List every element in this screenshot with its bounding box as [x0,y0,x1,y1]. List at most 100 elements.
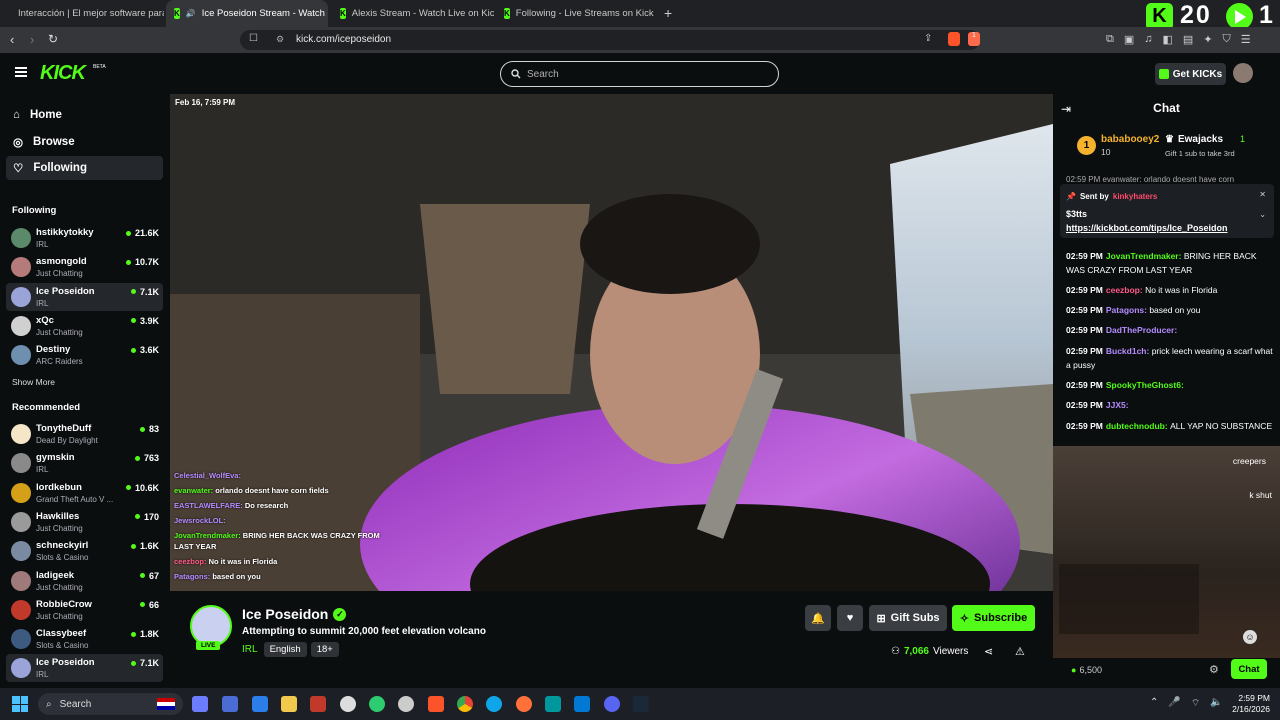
browser-tab-active[interactable]: K 🔊 Ice Poseidon Stream - Watch ✕ [166,0,328,27]
sidebar-channel-classybeef[interactable]: Classybeef Slots & Casino 1.8K [6,625,163,653]
reload-icon[interactable]: ↻ [48,32,58,46]
tag-chip[interactable]: English [263,642,307,657]
brave-icon[interactable] [428,696,444,712]
chat-username[interactable]: Patagons: [1106,305,1149,315]
sidebar-channel-ladigeek[interactable]: ladigeek Just Chatting 67 [6,567,163,595]
sidebar-channel-destiny[interactable]: Destiny ARC Raiders 3.6K [6,341,163,369]
unpin-icon[interactable]: ✕ [1259,190,1266,199]
get-kicks-button[interactable]: Get KICKs [1155,63,1226,85]
chevron-down-icon[interactable]: ⌄ [1259,210,1266,219]
subscribe-button[interactable]: ✧ Subscribe [952,605,1035,631]
app-icon[interactable] [340,696,356,712]
share-icon[interactable]: ⋖ [984,645,993,658]
audio-icon[interactable]: 🔊 [186,9,196,18]
forward-icon[interactable]: › [30,32,34,47]
sidebar-channel-asmongold[interactable]: asmongold Just Chatting 10.7K [6,253,163,281]
emoji-icon[interactable]: ☺ [1243,630,1257,644]
app-icon[interactable] [192,696,208,712]
app-icon[interactable] [398,696,414,712]
chrome-icon[interactable] [457,696,473,712]
windows-start-icon[interactable] [12,696,28,712]
wallet-icon[interactable]: ▤ [1183,33,1193,46]
sidebar-channel-xqc[interactable]: xQc Just Chatting 3.9K [6,312,163,340]
follow-heart-button[interactable]: ♥ [837,605,863,631]
leader-2-name[interactable]: Ewajacks [1178,134,1223,145]
sidebar-channel-ice-poseidon[interactable]: Ice Poseidon IRL 7.1K [6,654,163,683]
sidebar-channel-schneckyirl[interactable]: schneckyirl Slots & Casino 1.6K [6,537,163,565]
sidebar-channel-hstikkytokky[interactable]: hstikkytokky IRL 21.6K [6,224,163,252]
discord-icon[interactable] [604,696,620,712]
steam-icon[interactable] [633,696,649,712]
bookmark-icon[interactable]: ☐ [249,33,258,44]
leader-1-name[interactable]: bababooey2 [1101,134,1159,145]
brave-shield-icon[interactable] [948,32,960,46]
menu-icon[interactable]: ☰ [1241,33,1251,46]
nav-browse[interactable]: ◎ Browse [6,130,163,154]
kick-logo[interactable]: KICK [40,62,86,85]
clock[interactable]: 2:59 PM 2/16/2026 [1222,693,1270,715]
url-bar[interactable]: ☐ ⚙ kick.com/iceposeidon ⇪ 1 [240,30,980,50]
new-tab-icon[interactable]: + [664,5,672,21]
volume-icon[interactable]: 🔈 [1210,697,1222,710]
report-icon[interactable]: ⚠ [1015,645,1025,658]
search-input[interactable]: Search [500,61,779,87]
sidebar-channel-ice-poseidon[interactable]: Ice Poseidon IRL 7.1K [6,282,163,311]
sidebar-channel-lordkebun[interactable]: lordkebun Grand Theft Auto V ... 10.6K [6,479,163,507]
extensions-icon[interactable]: ⧉ [1106,33,1114,46]
category-link[interactable]: IRL [242,644,258,655]
chat-username[interactable]: dubtechnodub: [1106,421,1170,431]
media-icon[interactable]: ♫ [1144,33,1152,46]
tag-chip[interactable]: 18+ [310,642,339,657]
arduino-icon[interactable] [545,696,561,712]
sidebar-channel-gymskin[interactable]: gymskin IRL 763 [6,449,163,477]
channel-points[interactable]: ● 6,500 [1071,665,1102,675]
vscode-icon[interactable] [574,696,590,712]
app-icon[interactable] [369,696,385,712]
hamburger-menu-icon[interactable] [15,67,27,77]
chevron-up-icon[interactable]: ⌃ [1150,697,1158,710]
app-icon[interactable] [222,696,238,712]
streamer-name[interactable]: Ice Poseidon [242,606,328,622]
screenshot-icon[interactable]: ▣ [1124,33,1134,46]
sidebar-channel-hawkilles[interactable]: Hawkilles Just Chatting 170 [6,508,163,536]
rewards-icon[interactable]: 1 [968,32,980,46]
share-icon[interactable]: ⇪ [924,33,932,44]
file-explorer-icon[interactable] [281,696,297,712]
nav-home[interactable]: ⌂ Home [6,103,163,127]
mic-icon[interactable]: 🎤 [1168,697,1180,710]
pinned-user[interactable]: kinkyhaters [1113,192,1157,201]
wifi-icon[interactable]: ⌔ [1191,697,1200,710]
show-more-link[interactable]: Show More [12,377,55,387]
chat-settings-icon[interactable]: ⚙ [1209,663,1219,676]
taskbar-search[interactable]: ⌕ Search [38,693,183,715]
send-chat-button[interactable]: Chat [1231,659,1267,679]
pinned-link[interactable]: https://kickbot.com/tips/Ice_Poseidon [1066,223,1228,233]
browser-tab[interactable]: K Alexis Stream - Watch Live on Kick ✕ [332,0,494,27]
kick-favicon-icon: K [174,8,180,19]
site-info-icon[interactable]: ⚙ [276,34,284,45]
sidebar-channel-tonytheduff[interactable]: TonytheDuff Dead By Daylight 83 [6,420,163,448]
browser-tab[interactable]: Interacción | El mejor software para y [4,0,164,27]
edge-icon[interactable] [486,696,502,712]
leo-icon[interactable]: ✦ [1203,33,1212,46]
nav-following[interactable]: ♡ Following [6,156,163,180]
app-icon[interactable] [310,696,326,712]
chat-username[interactable]: SpookyTheGhost6: [1106,380,1184,390]
notification-bell-button[interactable]: 🔔 [805,605,831,631]
chat-username[interactable]: DadTheProducer: [1106,325,1177,335]
user-avatar[interactable] [1233,63,1253,83]
firefox-icon[interactable] [516,696,532,712]
sidebar-toggle-icon[interactable]: ◧ [1163,33,1173,46]
vpn-icon[interactable]: ⛉ [1223,33,1231,46]
sidebar-channel-robbiecrow[interactable]: RobbieCrow Just Chatting 66 [6,596,163,624]
chat-username[interactable]: Buckd1ch: [1106,346,1152,356]
chat-username[interactable]: JovanTrendmaker: [1106,251,1184,261]
gift-subs-button[interactable]: ⊞ Gift Subs [869,605,947,631]
chat-username[interactable]: JJX5: [1106,400,1129,410]
video-player[interactable]: Feb 16, 7:59 PM Celestial_WolfEva: evanw… [170,94,1053,591]
app-icon[interactable] [252,696,268,712]
url-text[interactable]: kick.com/iceposeidon [296,34,391,45]
browser-tab[interactable]: K Following - Live Streams on Kick ✕ [496,0,658,27]
back-icon[interactable]: ‹ [10,32,14,47]
chat-username[interactable]: ceezbop: [1106,285,1145,295]
